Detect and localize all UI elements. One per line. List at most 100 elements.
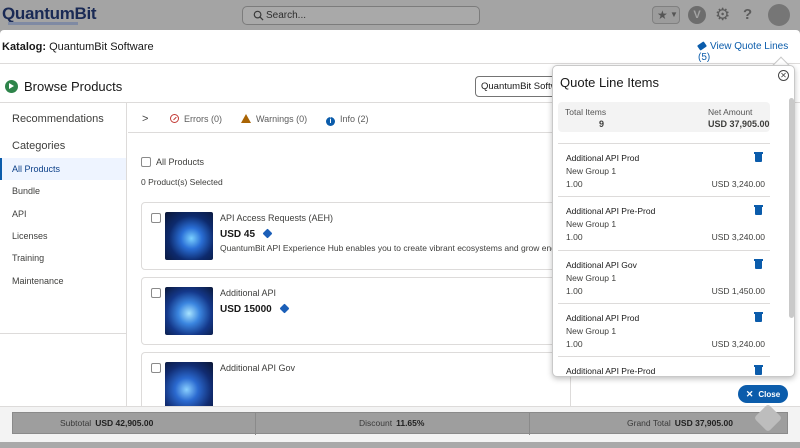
total-items-value: 9 [599,119,605,129]
product-price: USD 45 [220,228,273,240]
error-icon [170,114,179,123]
gear-icon[interactable]: ⚙ [715,6,733,24]
quote-totals-bar: Subtotal USD 42,905.00 Discount 11.65% Gra… [12,412,788,435]
diamond-icon [262,228,273,239]
qli-amount: USD 3,240.00 [711,232,765,242]
diamond-icon [279,303,290,314]
qli-quantity: 1.00 [566,339,583,349]
categories-heading: Categories [12,140,66,152]
product-image [165,287,213,335]
trash-icon[interactable] [754,259,763,269]
grand-total: Grand Total USD 37,905.00 [627,418,733,428]
trash-icon[interactable] [754,205,763,215]
close-icon[interactable]: ✕ [778,70,789,81]
discount: Discount 11.65% [359,418,424,428]
popover-scrollbar[interactable] [789,96,794,376]
avatar[interactable] [768,4,790,26]
qli-name: Additional API Pre-Prod [566,366,656,376]
product-price-value: USD 45 [220,229,256,240]
search-icon [253,10,264,21]
discount-label: Discount [359,418,393,428]
product-name[interactable]: Additional API [220,288,276,298]
global-search-input[interactable]: Search... [242,6,480,25]
divider [255,413,256,435]
info-icon: i [326,117,335,126]
quote-line-item: Additional API Pre-Prod [558,356,770,376]
sidebar-item-maintenance[interactable]: Maintenance [0,270,126,292]
quote-line-item: Additional API Gov New Group 1 1.00 USD … [558,250,770,303]
info-label: Info (2) [340,114,369,124]
catalog-name: QuantumBit Software [49,41,154,53]
catalog-label: Katalog: QuantumBit Software [2,41,154,53]
search-placeholder: Search... [266,10,307,21]
product-image [165,212,213,260]
catalog-label-prefix: Katalog: [2,41,46,53]
subtotal: Subtotal USD 42,905.00 [60,418,153,428]
close-label: Close [758,390,781,399]
play-icon [5,80,18,93]
trash-icon[interactable] [754,152,763,162]
logo-tagline [8,22,78,25]
qli-group: New Group 1 [566,273,617,283]
qli-group: New Group 1 [566,219,617,229]
warnings-tab[interactable]: Warnings (0) [241,114,307,124]
product-checkbox[interactable] [151,213,161,223]
sidebar-item-bundle[interactable]: Bundle [0,180,126,202]
warnings-label: Warnings (0) [256,114,308,124]
chevron-down-icon: ▼ [670,10,678,19]
trash-icon[interactable] [754,365,763,375]
close-button[interactable]: ✕ Close [738,385,788,403]
subtotal-label: Subtotal [60,418,92,428]
trash-icon[interactable] [754,312,763,322]
product-card[interactable]: API Access Requests (AEH) USD 45 Quantum… [141,202,571,270]
checkbox[interactable] [141,157,151,167]
tag-icon [697,41,707,51]
page-title: Browse Products [24,79,123,94]
favorites-button[interactable]: ★ ▼ [652,6,680,24]
scrollbar-thumb[interactable] [789,98,794,318]
divider [529,413,530,435]
qli-quantity: 1.00 [566,232,583,242]
errors-tab[interactable]: Errors (0) [170,114,222,124]
message-bar: > Errors (0) Warnings (0) i Info (2) [128,103,568,133]
sidebar-item-recommendations[interactable]: Recommendations [12,113,104,125]
product-card[interactable]: Additional API Gov [141,352,571,412]
quote-summary: Total Items 9 Net Amount USD 37,905.00 [558,102,770,132]
quote-line-items-popover: Quote Line Items ✕ Total Items 9 Net Amo… [552,65,795,377]
modal-header: Katalog: QuantumBit Software View Quote … [0,30,800,64]
product-checkbox[interactable] [151,363,161,373]
product-name[interactable]: API Access Requests (AEH) [220,213,333,223]
discount-value: 11.65% [396,418,425,428]
star-icon: ★ [657,8,668,22]
popover-title: Quote Line Items [560,75,659,90]
trailhead-icon[interactable]: V [688,6,706,24]
quote-line-item: Additional API Prod New Group 1 1.00 USD… [558,303,770,356]
product-name[interactable]: Additional API Gov [220,363,295,373]
sidebar-item-all-products[interactable]: All Products [0,158,126,180]
product-checkbox[interactable] [151,288,161,298]
qli-group: New Group 1 [566,326,617,336]
product-price-value: USD 15000 [220,304,272,315]
app-logo[interactable]: QuantumBit [2,4,97,24]
product-card[interactable]: Additional API USD 15000 [141,277,571,345]
qli-amount: USD 3,240.00 [711,179,765,189]
product-description: QuantumBit API Experience Hub enables yo… [220,243,560,253]
warning-icon [241,114,251,123]
qli-name: Additional API Prod [566,313,640,323]
help-icon[interactable]: ? [743,6,761,24]
qli-name: Additional API Prod [566,153,640,163]
sidebar-item-api[interactable]: API [0,203,126,225]
qli-name: Additional API Gov [566,260,637,270]
product-image [165,362,213,408]
qli-quantity: 1.00 [566,179,583,189]
net-amount-label: Net Amount [708,107,753,117]
all-products-checkbox[interactable]: All Products [141,157,204,167]
sidebar-item-training[interactable]: Training [0,247,126,269]
total-items-label: Total Items [565,107,607,117]
net-amount-value: USD 37,905.00 [708,119,770,129]
chevron-right-icon[interactable]: > [142,113,148,125]
category-sidebar: Recommendations Categories All Products … [0,103,127,412]
info-tab[interactable]: i Info (2) [326,114,369,126]
sidebar-item-licenses[interactable]: Licenses [0,225,126,247]
global-header: QuantumBit Search... ★ ▼ V ⚙ ? [0,0,800,30]
